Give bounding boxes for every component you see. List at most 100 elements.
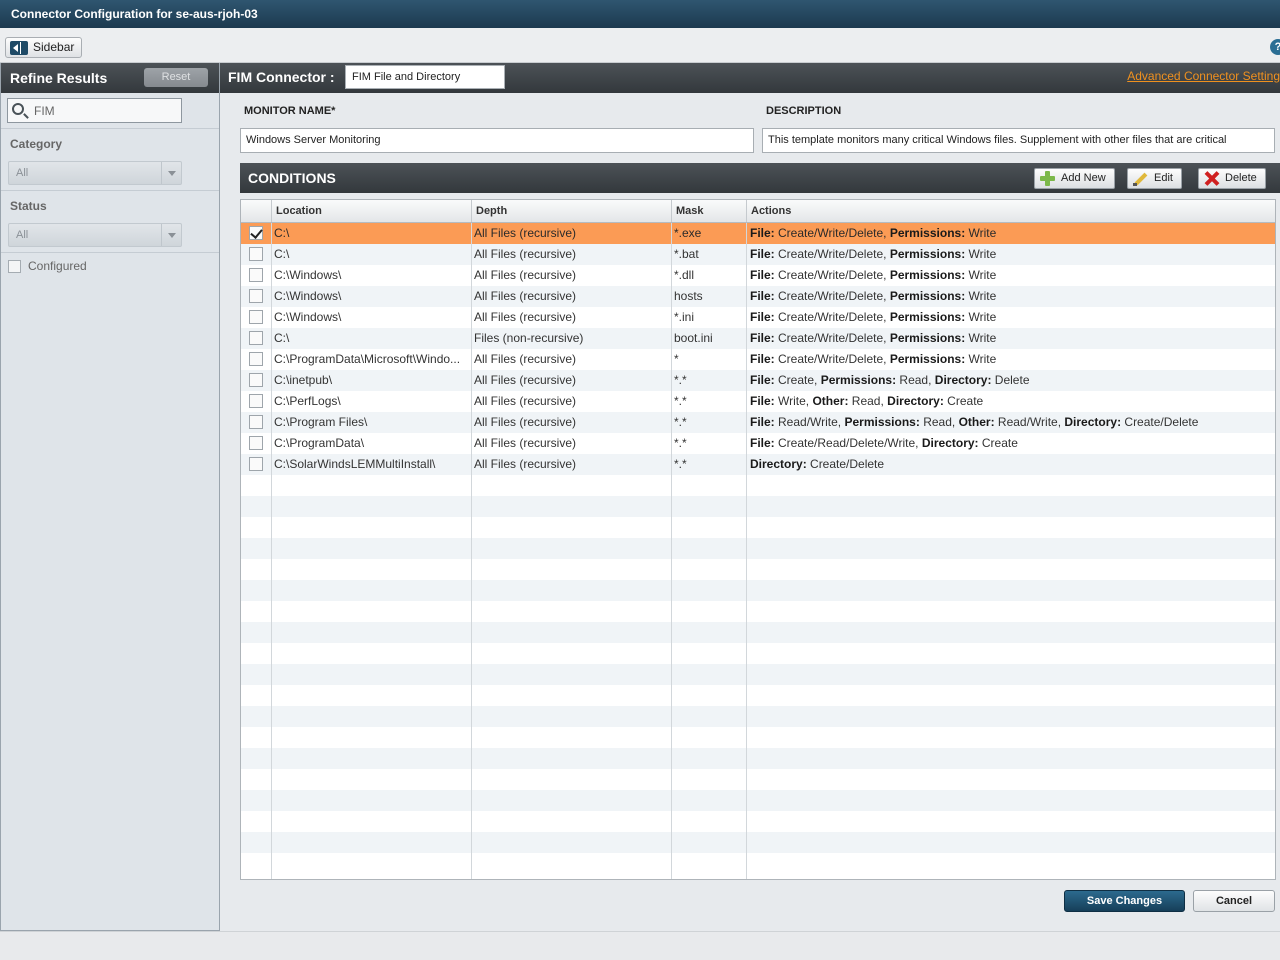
empty-row <box>241 643 1275 664</box>
location-cell: C:\ProgramData\Microsoft\Windo... <box>274 352 461 366</box>
action-key: Permissions: <box>820 373 897 387</box>
configured-checkbox[interactable] <box>8 259 21 273</box>
save-changes-button[interactable]: Save Changes <box>1064 890 1185 912</box>
table-row[interactable]: C:\ All Files (recursive) *.exe File: Creat… <box>241 223 1275 244</box>
depth-cell: Files (non-recursive) <box>474 331 584 345</box>
empty-row <box>241 790 1275 811</box>
advanced-settings-link[interactable]: Advanced Connector Settings <box>1127 69 1280 83</box>
action-key: File: <box>750 310 775 324</box>
action-value: Write <box>965 226 997 240</box>
row-checkbox[interactable] <box>249 331 263 345</box>
mask-cell: *.dll <box>674 268 695 282</box>
sidebar-toggle-button[interactable]: Sidebar <box>5 37 83 58</box>
empty-row <box>241 496 1275 517</box>
actions-cell: File: Create/Write/Delete, Permissions: … <box>748 328 1275 349</box>
mask-cell: *.bat <box>674 247 699 261</box>
chevron-down-icon <box>161 224 181 246</box>
row-checkbox[interactable] <box>249 394 263 408</box>
location-cell: C:\SolarWindsLEMMultiInstall\ <box>274 457 436 471</box>
depth-cell: All Files (recursive) <box>474 457 577 471</box>
edit-button[interactable]: Edit <box>1127 168 1182 189</box>
monitor-name-input[interactable]: Windows Server Monitoring <box>240 128 754 153</box>
action-key: Permissions: <box>889 247 966 261</box>
column-header-depth[interactable]: Depth <box>471 200 671 222</box>
column-divider <box>746 200 747 879</box>
action-value: Create <box>978 436 1018 450</box>
plus-icon <box>1040 171 1055 186</box>
action-key: Permissions: <box>889 331 966 345</box>
mask-cell: *.* <box>674 373 687 387</box>
row-checkbox[interactable] <box>249 373 263 387</box>
action-value: Write <box>965 289 997 303</box>
row-checkbox[interactable] <box>249 436 263 450</box>
table-row[interactable]: C:\Program Files\ All Files (recursive) *.… <box>241 412 1275 433</box>
status-value: All <box>16 229 29 241</box>
row-checkbox[interactable] <box>249 226 263 240</box>
location-cell: C:\inetpub\ <box>274 373 333 387</box>
action-key: Permissions: <box>844 415 920 429</box>
table-row[interactable]: C:\ProgramData\ All Files (recursive) *.* F… <box>241 433 1275 454</box>
chevron-down-icon <box>161 162 181 184</box>
row-checkbox[interactable] <box>249 289 263 303</box>
add-new-button[interactable]: Add New <box>1034 168 1115 189</box>
table-row[interactable]: C:\ProgramData\Microsoft\Windo... All Fil… <box>241 349 1275 370</box>
action-key: File: <box>750 436 775 450</box>
table-row[interactable]: C:\inetpub\ All Files (recursive) *.* File:… <box>241 370 1275 391</box>
sidebar-toggle-label: Sidebar <box>33 40 75 54</box>
table-row[interactable]: C:\Windows\ All Files (recursive) hosts Fil… <box>241 286 1275 307</box>
action-key: File: <box>750 289 775 303</box>
empty-row <box>241 853 1275 874</box>
delete-button[interactable]: Delete <box>1198 168 1266 189</box>
connector-select[interactable]: FIM File and Directory <box>345 65 505 89</box>
empty-row <box>241 538 1275 559</box>
empty-row <box>241 685 1275 706</box>
actions-cell: File: Create/Read/Delete/Write, Director… <box>748 433 1275 454</box>
action-value: Create/Write/Delete, <box>774 226 890 240</box>
depth-cell: All Files (recursive) <box>474 352 577 366</box>
description-input[interactable]: This template monitors many critical Win… <box>762 128 1275 153</box>
depth-cell: All Files (recursive) <box>474 268 577 282</box>
empty-row <box>241 601 1275 622</box>
column-header-location[interactable]: Location <box>271 200 471 222</box>
empty-row <box>241 727 1275 748</box>
category-select[interactable]: All <box>8 161 182 185</box>
reset-button[interactable]: Reset <box>144 68 208 87</box>
cancel-button[interactable]: Cancel <box>1193 890 1275 912</box>
depth-cell: All Files (recursive) <box>474 436 577 450</box>
configured-filter[interactable]: Configured <box>8 259 87 273</box>
search-input[interactable] <box>34 99 179 122</box>
sidebar-header: Refine Results Reset <box>1 63 219 93</box>
mask-cell: *.* <box>674 436 687 450</box>
action-value: Write <box>965 247 997 261</box>
column-header-mask[interactable]: Mask <box>671 200 746 222</box>
empty-row <box>241 664 1275 685</box>
action-key: File: <box>750 352 775 366</box>
help-icon[interactable]: ? <box>1270 39 1280 55</box>
empty-row <box>241 769 1275 790</box>
location-cell: C:\ <box>274 247 290 261</box>
row-checkbox[interactable] <box>249 268 263 282</box>
action-key: Directory: <box>921 436 979 450</box>
row-checkbox[interactable] <box>249 310 263 324</box>
search-icon <box>12 103 24 115</box>
search-box[interactable] <box>7 98 182 123</box>
table-row[interactable]: C:\PerfLogs\ All Files (recursive) *.* File… <box>241 391 1275 412</box>
table-row[interactable]: C:\Windows\ All Files (recursive) *.dll Fil… <box>241 265 1275 286</box>
column-header-actions[interactable]: Actions <box>746 200 1275 222</box>
action-value: Create/Read/Delete/Write, <box>774 436 922 450</box>
row-checkbox[interactable] <box>249 415 263 429</box>
row-checkbox[interactable] <box>249 247 263 261</box>
row-checkbox[interactable] <box>249 352 263 366</box>
table-row[interactable]: C:\ All Files (recursive) *.bat File: Creat… <box>241 244 1275 265</box>
action-value: Create/Write/Delete, <box>774 268 890 282</box>
location-cell: C:\Windows\ <box>274 268 342 282</box>
table-row[interactable]: C:\Windows\ All Files (recursive) *.ini Fil… <box>241 307 1275 328</box>
action-value: Read, <box>848 394 888 408</box>
divider <box>1 190 219 191</box>
table-row[interactable]: C:\ Files (non-recursive) boot.ini File: Cr… <box>241 328 1275 349</box>
row-checkbox[interactable] <box>249 457 263 471</box>
status-select[interactable]: All <box>8 223 182 247</box>
table-row[interactable]: C:\SolarWindsLEMMultiInstall\ All Files (… <box>241 454 1275 475</box>
action-value: Create/Write/Delete, <box>774 310 890 324</box>
action-key: Other: <box>812 394 849 408</box>
